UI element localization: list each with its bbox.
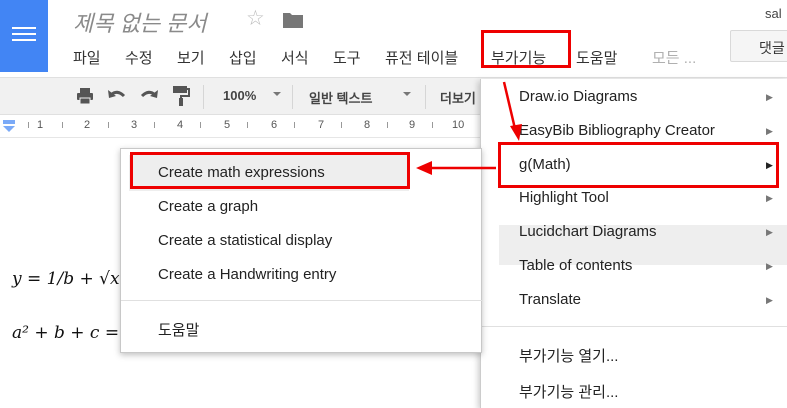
annotation-arrows: [416, 81, 522, 175]
